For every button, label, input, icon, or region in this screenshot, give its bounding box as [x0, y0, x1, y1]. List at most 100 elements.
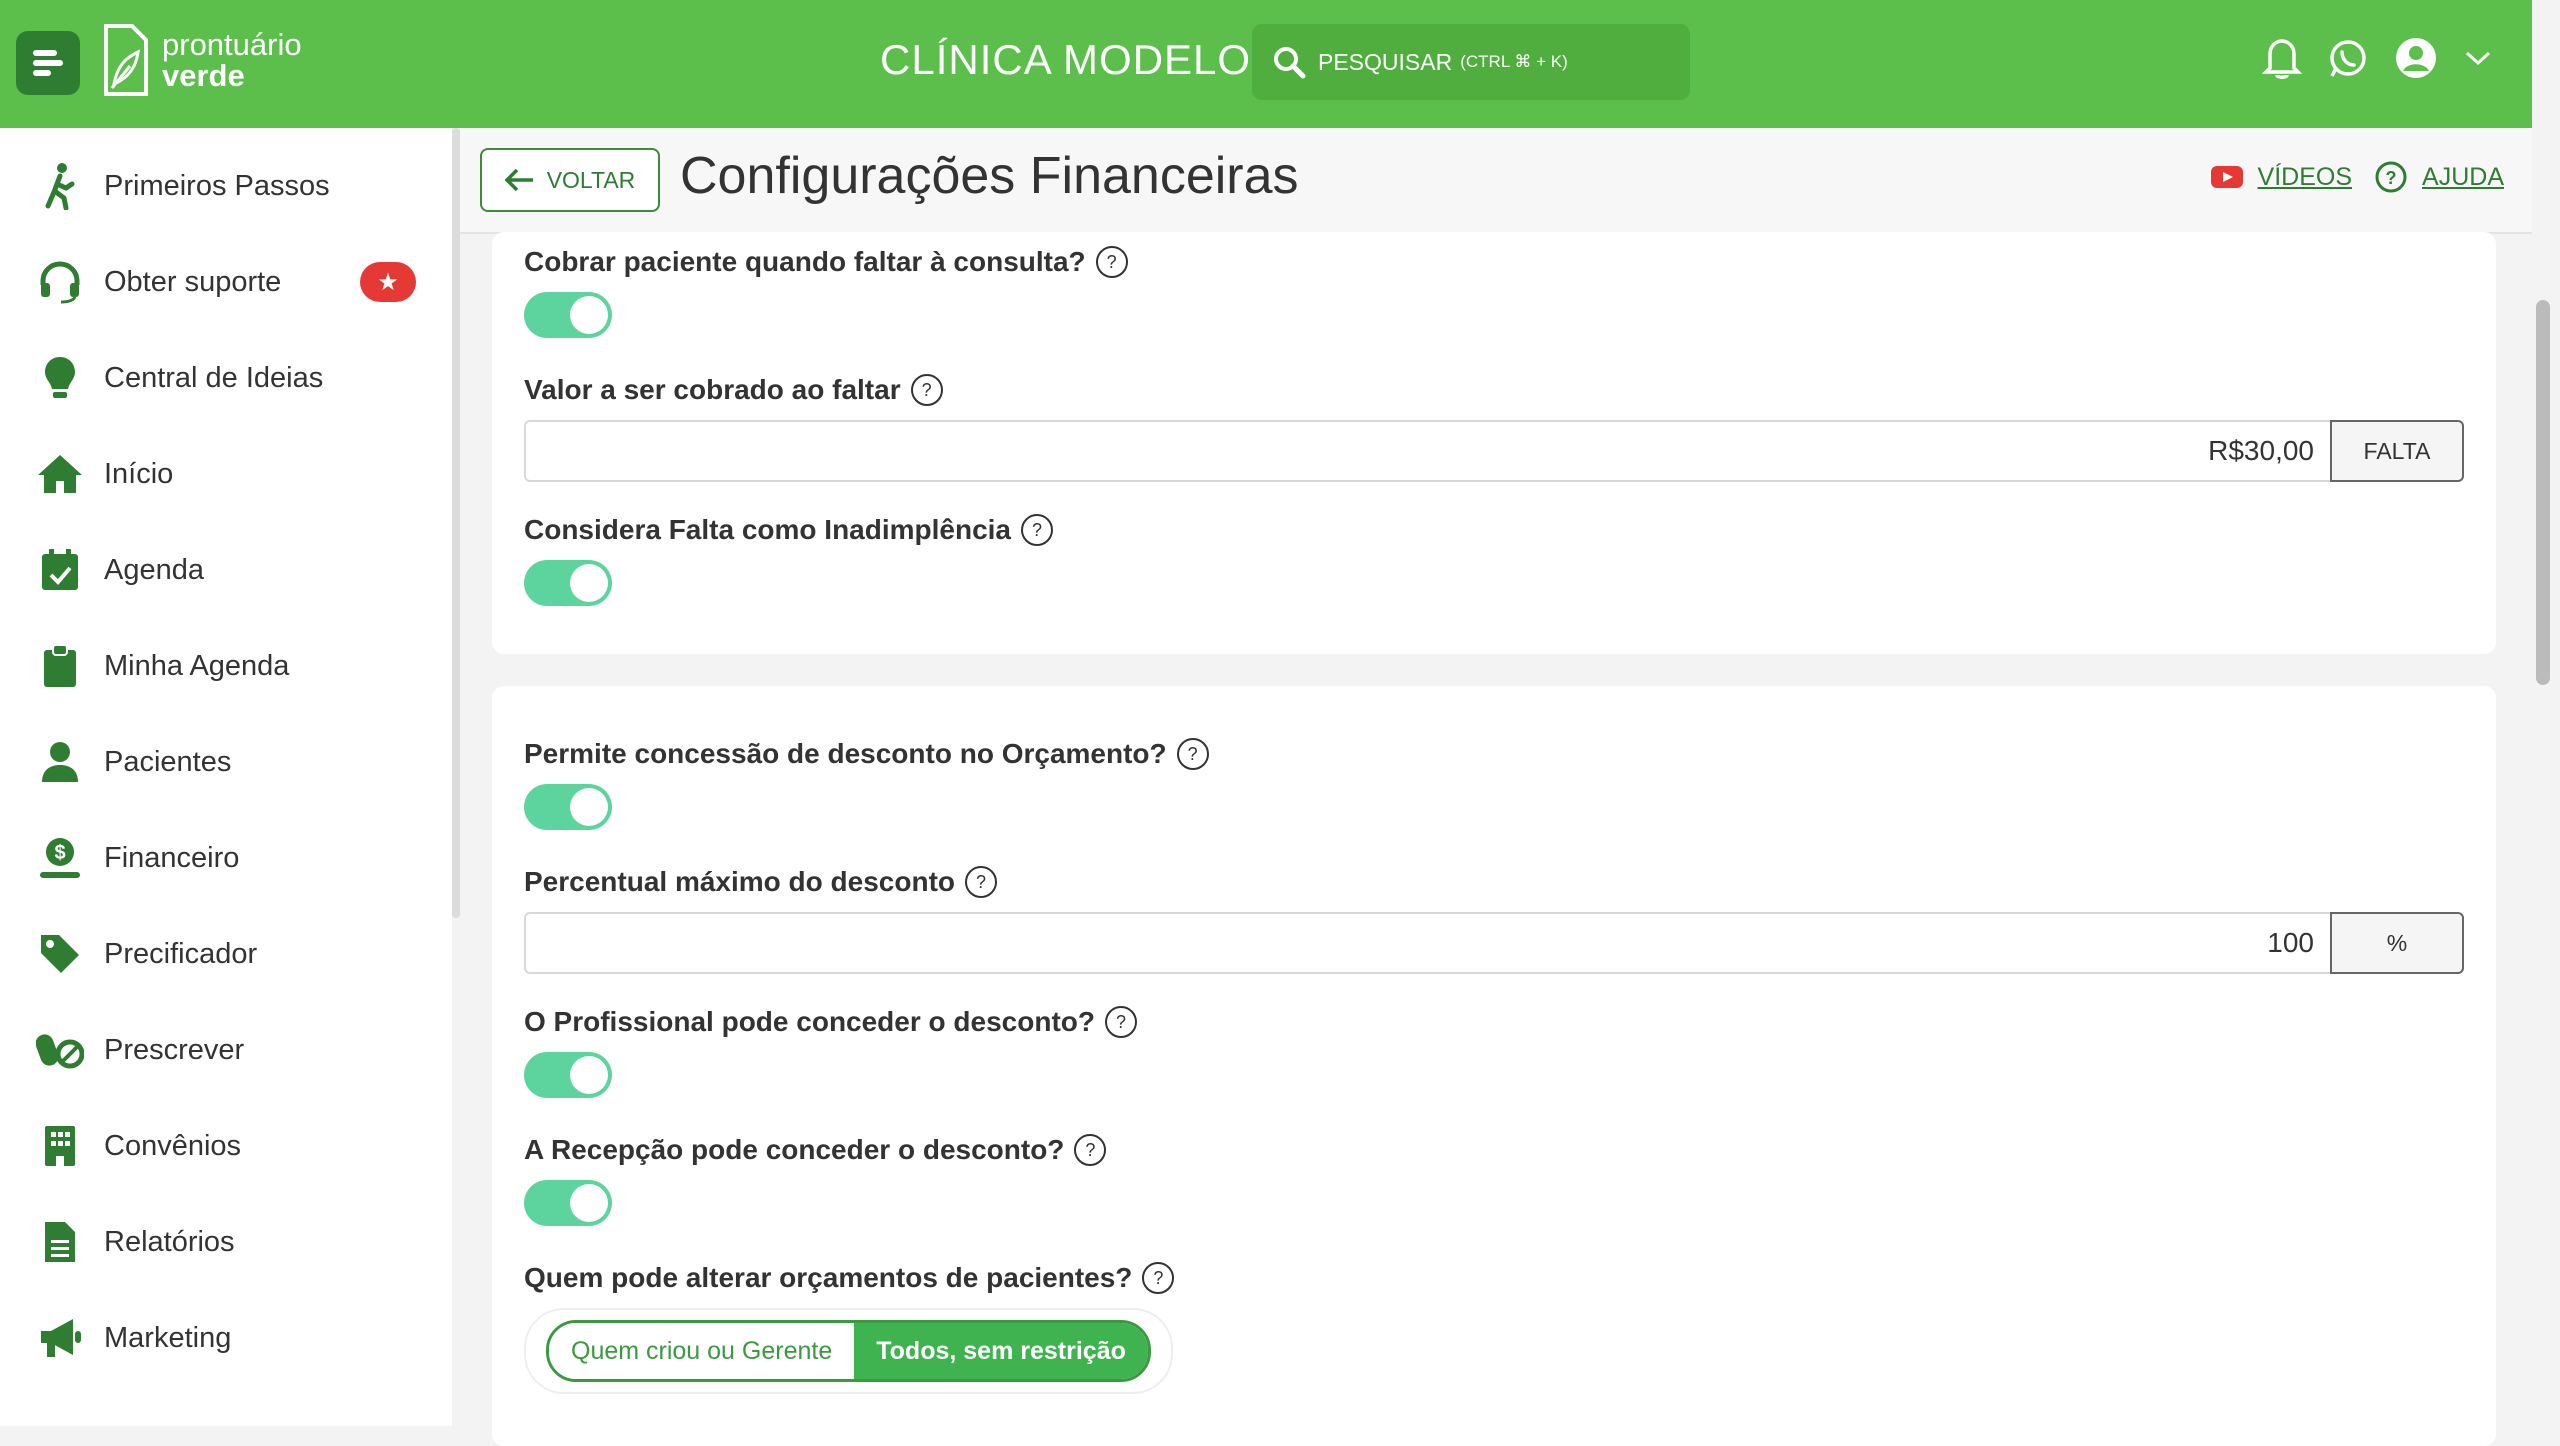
page-toolbar: VOLTAR Configurações Financeiras VÍDEOS …: [460, 128, 2532, 234]
walking-person-icon: [34, 160, 86, 212]
professional-discount-label: O Profissional pode conceder o desconto?…: [524, 1006, 1137, 1038]
option-creator-or-manager[interactable]: Quem criou ou Gerente: [549, 1323, 855, 1379]
charge-value-input-group: R$30,00 FALTA: [524, 420, 2464, 482]
support-star-badge: ★: [360, 262, 416, 302]
professional-discount-toggle[interactable]: [524, 1052, 612, 1098]
help-question-icon[interactable]: ?: [965, 866, 997, 898]
clipboard-icon: [34, 640, 86, 692]
charge-absent-label: Cobrar paciente quando faltar à consulta…: [524, 246, 1128, 278]
sidebar-item-label: Agenda: [104, 553, 204, 586]
max-discount-addon: %: [2330, 912, 2464, 974]
help-question-icon[interactable]: ?: [1021, 514, 1054, 546]
sidebar-item-label: Prescrever: [104, 1033, 245, 1066]
sidebar-item-label: Financeiro: [104, 841, 240, 874]
chevron-down-icon[interactable]: [2464, 48, 2492, 68]
sidebar-item-prescrever[interactable]: Prescrever: [34, 1020, 244, 1080]
sidebar-item-minha-agenda[interactable]: Minha Agenda: [34, 636, 289, 696]
charge-value-label: Valor a ser cobrado ao faltar ?: [524, 374, 943, 406]
help-question-icon[interactable]: ?: [910, 374, 943, 406]
help-question-icon[interactable]: ?: [1095, 246, 1128, 278]
sidebar-item-obter-suporte[interactable]: Obter suporte: [34, 252, 281, 312]
search-shortcut-hint: (CTRL ⌘ + K): [1460, 52, 1568, 71]
app-logo[interactable]: prontuário verde: [100, 22, 302, 98]
videos-link[interactable]: VÍDEOS: [2258, 163, 2352, 192]
help-link[interactable]: AJUDA: [2422, 163, 2504, 192]
default-absence-toggle[interactable]: [524, 560, 612, 606]
sidebar-scrollbar[interactable]: [452, 128, 460, 918]
sidebar-item-label: Central de Ideias: [104, 361, 324, 394]
menu-icon: [33, 50, 63, 76]
youtube-icon: [2210, 166, 2243, 188]
sidebar-item-label: Convênios: [104, 1129, 242, 1162]
sidebar-item-label: Primeiros Passos: [104, 169, 330, 202]
sidebar-item-financeiro[interactable]: $ Financeiro: [34, 828, 239, 888]
document-icon: [34, 1216, 86, 1268]
option-everyone-unrestricted[interactable]: Todos, sem restrição: [854, 1323, 1148, 1379]
page-title: Configurações Financeiras: [680, 147, 1299, 205]
discount-settings-card: Permite concessão de desconto no Orçamen…: [492, 686, 2496, 1446]
arrow-left-icon: [504, 168, 533, 192]
menu-toggle-button[interactable]: [16, 31, 80, 95]
calendar-icon: [34, 544, 86, 596]
help-question-icon[interactable]: ?: [1104, 1006, 1137, 1038]
svg-text:$: $: [54, 842, 65, 864]
sidebar-item-label: Pacientes: [104, 745, 232, 778]
sidebar-item-agenda[interactable]: Agenda: [34, 540, 204, 600]
charge-value-input[interactable]: R$30,00: [524, 420, 2330, 482]
search-box[interactable]: PESQUISAR (CTRL ⌘ + K): [1252, 24, 1690, 100]
lightbulb-icon: [34, 352, 86, 404]
back-button[interactable]: VOLTAR: [480, 148, 660, 212]
discount-allowed-toggle[interactable]: [524, 784, 612, 830]
tag-icon: [34, 928, 86, 980]
who-alter-budget-label: Quem pode alterar orçamentos de paciente…: [524, 1262, 1175, 1294]
sidebar-item-label: Início: [104, 457, 174, 490]
user-icon: [34, 736, 86, 788]
who-alter-budget-selector: Quem criou ou Gerente Todos, sem restriç…: [524, 1308, 1173, 1394]
megaphone-icon: [34, 1312, 86, 1364]
pills-icon: [34, 1024, 86, 1076]
sidebar-item-relatorios[interactable]: Relatórios: [34, 1212, 235, 1272]
sidebar-item-central-de-ideias[interactable]: Central de Ideias: [34, 348, 323, 408]
help-question-icon[interactable]: ?: [1142, 1262, 1175, 1294]
svg-text:?: ?: [2386, 168, 2397, 188]
search-label: PESQUISAR: [1318, 48, 1453, 75]
sidebar-item-precificador[interactable]: Precificador: [34, 924, 257, 984]
help-question-icon[interactable]: ?: [1176, 738, 1209, 770]
money-hand-icon: $: [34, 832, 86, 884]
search-icon: [1274, 47, 1306, 79]
sidebar-item-pacientes[interactable]: Pacientes: [34, 732, 231, 792]
sidebar-item-label: Minha Agenda: [104, 649, 290, 682]
building-icon: [34, 1120, 86, 1172]
sidebar-item-convenios[interactable]: Convênios: [34, 1116, 241, 1176]
headset-icon: [34, 256, 86, 308]
help-circle-icon: ?: [2375, 161, 2407, 193]
sidebar-item-label: Marketing: [104, 1321, 232, 1354]
main-scrollbar[interactable]: [2536, 300, 2550, 685]
reception-discount-toggle[interactable]: [524, 1180, 612, 1226]
user-avatar-icon[interactable]: [2394, 36, 2438, 80]
absence-settings-card: Cobrar paciente quando faltar à consulta…: [492, 232, 2496, 654]
sidebar-item-primeiros-passos[interactable]: Primeiros Passos: [34, 156, 330, 216]
sidebar-item-inicio[interactable]: Início: [34, 444, 173, 504]
clinic-name: CLÍNICA MODELO: [880, 36, 1252, 83]
reception-discount-label: A Recepção pode conceder o desconto? ?: [524, 1134, 1107, 1166]
leaf-document-icon: [104, 24, 148, 96]
charge-value-addon: FALTA: [2330, 420, 2464, 482]
discount-allowed-label: Permite concessão de desconto no Orçamen…: [524, 738, 1209, 770]
sidebar-item-label: Obter suporte: [104, 265, 282, 298]
max-discount-input[interactable]: 100: [524, 912, 2330, 974]
top-header: prontuário verde CLÍNICA MODELO PESQUISA…: [0, 0, 2532, 128]
home-icon: [34, 448, 86, 500]
max-discount-label: Percentual máximo do desconto ?: [524, 866, 997, 898]
max-discount-input-group: 100 %: [524, 912, 2464, 974]
back-button-label: VOLTAR: [546, 166, 636, 193]
help-question-icon[interactable]: ?: [1074, 1134, 1107, 1166]
sidebar-item-label: Relatórios: [104, 1225, 235, 1258]
logo-line2: verde: [162, 58, 245, 93]
charge-absent-toggle[interactable]: [524, 292, 612, 338]
sidebar-item-marketing[interactable]: Marketing: [34, 1308, 231, 1368]
whatsapp-icon[interactable]: [2328, 38, 2368, 78]
bell-icon[interactable]: [2262, 36, 2302, 80]
logo-line1: prontuário: [162, 27, 302, 62]
sidebar-item-label: Precificador: [104, 937, 258, 970]
